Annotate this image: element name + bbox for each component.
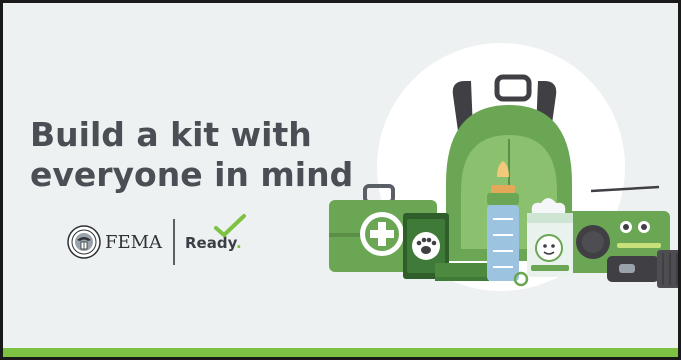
emergency-kit-illustration (329, 43, 678, 291)
headline-line-1: Build a kit with (30, 115, 312, 154)
fema-seal-icon (67, 225, 101, 259)
document-pouch (435, 263, 489, 281)
kit-banner: Build a kit with everyone in mind FEMA R… (0, 0, 681, 360)
logo-divider (173, 219, 175, 265)
ready-check-icon (214, 214, 246, 237)
fema-logo-text: FEMA (105, 232, 163, 253)
headline-line-2: everyone in mind (30, 155, 354, 194)
headline: Build a kit with everyone in mind (30, 115, 353, 195)
bottom-accent-bar (3, 348, 678, 357)
